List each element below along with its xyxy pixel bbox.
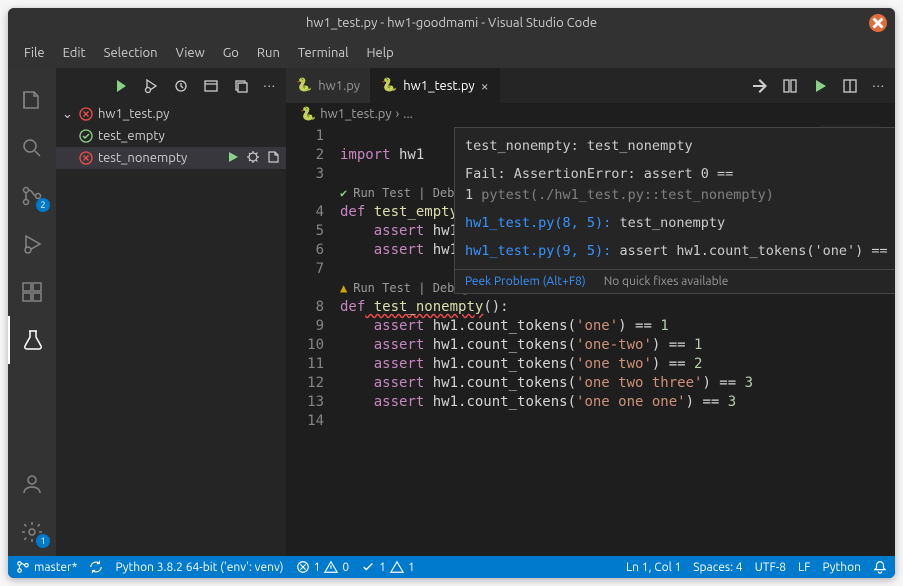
tree-test-label: test_nonempty (98, 151, 222, 165)
tab-label: hw1_test.py (403, 79, 474, 93)
hover-location-link[interactable]: hw1_test.py(9, 5): (465, 243, 611, 259)
menu-selection[interactable]: Selection (96, 42, 166, 64)
fail-icon (78, 107, 94, 121)
split-editor-icon[interactable] (842, 78, 858, 94)
breadcrumb-sep: › (396, 107, 400, 121)
menubar: File Edit Selection View Go Run Terminal… (8, 38, 895, 68)
breadcrumb-more: ... (403, 107, 413, 121)
status-lang[interactable]: Python (822, 561, 861, 574)
tab-hw1-test[interactable]: 🐍 hw1_test.py × (371, 68, 500, 103)
menu-help[interactable]: Help (358, 42, 401, 64)
python-file-icon: 🐍 (296, 78, 312, 93)
pass-icon: ✔ (340, 184, 347, 203)
activity-testing-icon[interactable] (8, 316, 56, 364)
status-sync-icon[interactable] (89, 560, 103, 574)
debug-all-icon[interactable] (143, 78, 159, 94)
activity-scm-icon[interactable]: 2 (8, 172, 56, 220)
scm-badge: 2 (36, 198, 50, 212)
problem-hover: test_nonempty: test_nonempty Fail: Asser… (454, 127, 895, 294)
activity-account-icon[interactable] (8, 460, 56, 508)
status-spaces[interactable]: Spaces: 4 (693, 561, 742, 574)
run-all-icon[interactable] (113, 78, 129, 94)
breadcrumb[interactable]: 🐍 hw1_test.py › ... (286, 103, 895, 125)
status-bell-icon[interactable] (873, 560, 887, 574)
activity-search-icon[interactable] (8, 124, 56, 172)
run-test-icon[interactable] (226, 150, 240, 167)
code-content[interactable]: import hw1 ✔Run Test | Debug Test def te… (340, 125, 895, 556)
testing-sidebar: ··· ⌄ hw1_test.py test_empty (56, 68, 286, 556)
status-interpreter[interactable]: Python 3.8.2 64-bit ('env': venv) (115, 561, 283, 574)
status-cursor[interactable]: Ln 1, Col 1 (626, 561, 681, 574)
python-file-icon: 🐍 (381, 78, 397, 93)
tab-label: hw1.py (318, 79, 360, 93)
tree-test-row[interactable]: test_empty (56, 125, 286, 147)
editor-body[interactable]: 1 2 3 4 5 6 7 8 9 10 11 12 13 14 (286, 125, 895, 556)
hover-title: test_nonempty: test_nonempty (465, 136, 895, 156)
status-branch[interactable]: master* (16, 560, 77, 574)
gutter: 1 2 3 4 5 6 7 8 9 10 11 12 13 14 (286, 125, 340, 556)
warning-icon: ▲ (340, 279, 347, 298)
collapse-all-icon[interactable] (233, 78, 249, 94)
chevron-down-icon: ⌄ (62, 107, 74, 122)
status-problems[interactable]: 1 0 (296, 560, 350, 574)
python-file-icon: 🐍 (300, 107, 316, 122)
tabbar: 🐍 hw1.py 🐍 hw1_test.py × ··· (286, 68, 895, 103)
discover-tests-icon[interactable] (173, 78, 189, 94)
breadcrumb-file: hw1_test.py (320, 107, 391, 121)
window-close-button[interactable] (869, 14, 887, 32)
tab-hw1[interactable]: 🐍 hw1.py (286, 68, 371, 103)
activity-run-icon[interactable] (8, 220, 56, 268)
debug-test-icon[interactable] (246, 150, 260, 167)
more-icon[interactable]: ··· (263, 79, 276, 93)
compare-icon[interactable] (782, 78, 798, 94)
tree-test-row[interactable]: test_nonempty (56, 147, 286, 169)
more-actions-icon[interactable]: ··· (872, 79, 885, 93)
tree-file-row[interactable]: ⌄ hw1_test.py (56, 103, 286, 125)
titlebar: hw1_test.py - hw1-goodmami - Visual Stud… (8, 8, 895, 38)
status-encoding[interactable]: UTF-8 (755, 561, 786, 574)
window-title: hw1_test.py - hw1-goodmami - Visual Stud… (306, 16, 597, 30)
test-tree: ⌄ hw1_test.py test_empty test (56, 103, 286, 169)
activitybar: 2 1 (8, 68, 56, 556)
menu-go[interactable]: Go (215, 42, 247, 64)
hover-location-link[interactable]: hw1_test.py(8, 5): (465, 215, 611, 231)
open-changes-icon[interactable] (752, 78, 768, 94)
statusbar: master* Python 3.8.2 64-bit ('env': venv… (8, 556, 895, 578)
menu-run[interactable]: Run (249, 42, 288, 64)
pass-icon (78, 129, 94, 143)
menu-file[interactable]: File (16, 42, 53, 64)
fail-icon (78, 151, 94, 165)
menu-edit[interactable]: Edit (55, 42, 94, 64)
status-eol[interactable]: LF (798, 561, 810, 574)
status-tests[interactable]: 1 1 (361, 560, 415, 574)
show-output-icon[interactable] (203, 78, 219, 94)
tree-test-label: test_empty (98, 129, 286, 143)
editor: 🐍 hw1.py 🐍 hw1_test.py × ··· (286, 68, 895, 556)
tabbar-actions: ··· (742, 68, 895, 103)
menu-terminal[interactable]: Terminal (290, 42, 357, 64)
activity-settings-icon[interactable]: 1 (8, 508, 56, 556)
menu-view[interactable]: View (168, 42, 213, 64)
tab-close-icon[interactable]: × (481, 78, 489, 94)
open-test-icon[interactable] (266, 150, 280, 167)
no-quick-fixes-label: No quick fixes available (604, 275, 729, 288)
activity-explorer-icon[interactable] (8, 76, 56, 124)
tree-file-label: hw1_test.py (98, 107, 286, 121)
peek-problem-link[interactable]: Peek Problem (Alt+F8) (465, 275, 586, 288)
vscode-window: hw1_test.py - hw1-goodmami - Visual Stud… (8, 8, 895, 578)
run-file-icon[interactable] (812, 78, 828, 94)
activity-extensions-icon[interactable] (8, 268, 56, 316)
settings-badge: 1 (36, 534, 50, 548)
sidebar-toolbar: ··· (56, 68, 286, 103)
